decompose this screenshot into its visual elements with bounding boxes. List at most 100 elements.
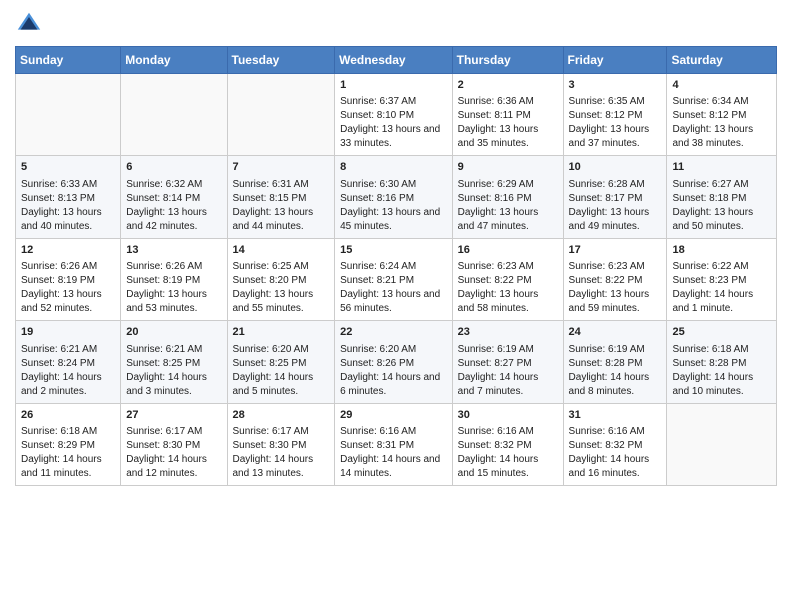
day-info: Sunrise: 6:16 AM Sunset: 8:32 PM Dayligh… — [569, 425, 662, 481]
column-header-sunday: Sunday — [16, 47, 121, 74]
calendar-cell: 19Sunrise: 6:21 AM Sunset: 8:24 PM Dayli… — [16, 321, 121, 403]
day-info: Sunrise: 6:37 AM Sunset: 8:10 PM Dayligh… — [340, 95, 447, 151]
calendar-cell: 1 Sunrise: 6:37 AM Sunset: 8:10 PM Daylig… — [335, 74, 453, 156]
day-number: 23 — [458, 325, 558, 340]
day-number: 5 — [21, 160, 115, 175]
day-info: Sunrise: 6:22 AM Sunset: 8:23 PM Dayligh… — [672, 260, 771, 316]
day-info: Sunrise: 6:18 AM Sunset: 8:29 PM Dayligh… — [21, 425, 115, 481]
logo-icon — [15, 10, 43, 38]
day-number: 24 — [569, 325, 662, 340]
day-info: Sunrise: 6:33 AM Sunset: 8:13 PM Dayligh… — [21, 178, 115, 234]
calendar-cell: 8 Sunrise: 6:30 AM Sunset: 8:16 PM Daylig… — [335, 156, 453, 238]
day-number: 10 — [569, 160, 662, 175]
calendar-cell: 2Sunrise: 6:36 AM Sunset: 8:11 PM Daylig… — [452, 74, 563, 156]
day-number: 1 — [340, 78, 447, 93]
day-info: Sunrise: 6:35 AM Sunset: 8:12 PM Dayligh… — [569, 95, 662, 151]
day-number: 4 — [672, 78, 771, 93]
day-number: 8 — [340, 160, 447, 175]
calendar-cell: 5 Sunrise: 6:33 AM Sunset: 8:13 PM Daylig… — [16, 156, 121, 238]
day-info: Sunrise: 6:23 AM Sunset: 8:22 PM Dayligh… — [569, 260, 662, 316]
calendar-cell: 28 Sunrise: 6:17 AM Sunset: 8:30 PM Dayli… — [227, 403, 335, 485]
column-header-wednesday: Wednesday — [335, 47, 453, 74]
day-number: 16 — [458, 243, 558, 258]
day-number: 25 — [672, 325, 771, 340]
column-header-monday: Monday — [121, 47, 227, 74]
day-info: Sunrise: 6:20 AM Sunset: 8:26 PM Dayligh… — [340, 343, 447, 399]
calendar-body: 1 Sunrise: 6:37 AM Sunset: 8:10 PM Daylig… — [16, 74, 777, 486]
calendar-cell — [667, 403, 777, 485]
week-row-1: 1 Sunrise: 6:37 AM Sunset: 8:10 PM Daylig… — [16, 74, 777, 156]
day-number: 14 — [233, 243, 330, 258]
day-info: Sunrise: 6:19 AM Sunset: 8:27 PM Dayligh… — [458, 343, 558, 399]
day-number: 19 — [21, 325, 115, 340]
calendar-cell: 6 Sunrise: 6:32 AM Sunset: 8:14 PM Daylig… — [121, 156, 227, 238]
calendar-cell — [227, 74, 335, 156]
day-info: Sunrise: 6:32 AM Sunset: 8:14 PM Dayligh… — [126, 178, 221, 234]
day-info: Sunrise: 6:29 AM Sunset: 8:16 PM Dayligh… — [458, 178, 558, 234]
day-number: 6 — [126, 160, 221, 175]
day-number: 26 — [21, 408, 115, 423]
day-info: Sunrise: 6:26 AM Sunset: 8:19 PM Dayligh… — [21, 260, 115, 316]
day-info: Sunrise: 6:28 AM Sunset: 8:17 PM Dayligh… — [569, 178, 662, 234]
day-number: 11 — [672, 160, 771, 175]
column-header-friday: Friday — [563, 47, 667, 74]
calendar-cell: 20Sunrise: 6:21 AM Sunset: 8:25 PM Dayli… — [121, 321, 227, 403]
day-info: Sunrise: 6:18 AM Sunset: 8:28 PM Dayligh… — [672, 343, 771, 399]
calendar-cell: 24 Sunrise: 6:19 AM Sunset: 8:28 PM Dayli… — [563, 321, 667, 403]
calendar-cell: 7Sunrise: 6:31 AM Sunset: 8:15 PM Daylig… — [227, 156, 335, 238]
calendar-cell: 3Sunrise: 6:35 AM Sunset: 8:12 PM Daylig… — [563, 74, 667, 156]
calendar-cell: 4 Sunrise: 6:34 AM Sunset: 8:12 PM Daylig… — [667, 74, 777, 156]
day-number: 28 — [233, 408, 330, 423]
calendar-cell: 21 Sunrise: 6:20 AM Sunset: 8:25 PM Dayli… — [227, 321, 335, 403]
page-header — [15, 10, 777, 38]
day-number: 13 — [126, 243, 221, 258]
day-number: 22 — [340, 325, 447, 340]
day-number: 30 — [458, 408, 558, 423]
calendar-cell: 27Sunrise: 6:17 AM Sunset: 8:30 PM Dayli… — [121, 403, 227, 485]
day-number: 21 — [233, 325, 330, 340]
day-info: Sunrise: 6:34 AM Sunset: 8:12 PM Dayligh… — [672, 95, 771, 151]
calendar-table: SundayMondayTuesdayWednesdayThursdayFrid… — [15, 46, 777, 486]
day-number: 31 — [569, 408, 662, 423]
calendar-cell — [121, 74, 227, 156]
day-info: Sunrise: 6:17 AM Sunset: 8:30 PM Dayligh… — [233, 425, 330, 481]
calendar-cell: 9 Sunrise: 6:29 AM Sunset: 8:16 PM Daylig… — [452, 156, 563, 238]
calendar-cell: 26 Sunrise: 6:18 AM Sunset: 8:29 PM Dayli… — [16, 403, 121, 485]
day-info: Sunrise: 6:16 AM Sunset: 8:32 PM Dayligh… — [458, 425, 558, 481]
day-number: 12 — [21, 243, 115, 258]
calendar-cell: 18 Sunrise: 6:22 AM Sunset: 8:23 PM Dayli… — [667, 238, 777, 320]
calendar-cell: 25 Sunrise: 6:18 AM Sunset: 8:28 PM Dayli… — [667, 321, 777, 403]
calendar-cell: 29Sunrise: 6:16 AM Sunset: 8:31 PM Dayli… — [335, 403, 453, 485]
calendar-cell: 22 Sunrise: 6:20 AM Sunset: 8:26 PM Dayli… — [335, 321, 453, 403]
day-number: 20 — [126, 325, 221, 340]
column-header-thursday: Thursday — [452, 47, 563, 74]
column-header-tuesday: Tuesday — [227, 47, 335, 74]
day-number: 17 — [569, 243, 662, 258]
calendar-cell: 14 Sunrise: 6:25 AM Sunset: 8:20 PM Dayli… — [227, 238, 335, 320]
calendar-cell: 31 Sunrise: 6:16 AM Sunset: 8:32 PM Dayli… — [563, 403, 667, 485]
day-number: 9 — [458, 160, 558, 175]
day-info: Sunrise: 6:36 AM Sunset: 8:11 PM Dayligh… — [458, 95, 558, 151]
day-info: Sunrise: 6:24 AM Sunset: 8:21 PM Dayligh… — [340, 260, 447, 316]
day-info: Sunrise: 6:17 AM Sunset: 8:30 PM Dayligh… — [126, 425, 221, 481]
calendar-cell: 10 Sunrise: 6:28 AM Sunset: 8:17 PM Dayli… — [563, 156, 667, 238]
day-info: Sunrise: 6:27 AM Sunset: 8:18 PM Dayligh… — [672, 178, 771, 234]
day-info: Sunrise: 6:25 AM Sunset: 8:20 PM Dayligh… — [233, 260, 330, 316]
day-number: 7 — [233, 160, 330, 175]
calendar-cell: 23 Sunrise: 6:19 AM Sunset: 8:27 PM Dayli… — [452, 321, 563, 403]
day-info: Sunrise: 6:26 AM Sunset: 8:19 PM Dayligh… — [126, 260, 221, 316]
column-header-saturday: Saturday — [667, 47, 777, 74]
day-number: 18 — [672, 243, 771, 258]
calendar-cell: 11 Sunrise: 6:27 AM Sunset: 8:18 PM Dayli… — [667, 156, 777, 238]
calendar-cell: 15Sunrise: 6:24 AM Sunset: 8:21 PM Dayli… — [335, 238, 453, 320]
calendar-cell: 16 Sunrise: 6:23 AM Sunset: 8:22 PM Dayli… — [452, 238, 563, 320]
calendar-cell: 30 Sunrise: 6:16 AM Sunset: 8:32 PM Dayli… — [452, 403, 563, 485]
day-info: Sunrise: 6:16 AM Sunset: 8:31 PM Dayligh… — [340, 425, 447, 481]
calendar-cell: 17 Sunrise: 6:23 AM Sunset: 8:22 PM Dayli… — [563, 238, 667, 320]
calendar-cell: 12 Sunrise: 6:26 AM Sunset: 8:19 PM Dayli… — [16, 238, 121, 320]
day-info: Sunrise: 6:30 AM Sunset: 8:16 PM Dayligh… — [340, 178, 447, 234]
day-info: Sunrise: 6:19 AM Sunset: 8:28 PM Dayligh… — [569, 343, 662, 399]
week-row-5: 26 Sunrise: 6:18 AM Sunset: 8:29 PM Dayli… — [16, 403, 777, 485]
day-info: Sunrise: 6:23 AM Sunset: 8:22 PM Dayligh… — [458, 260, 558, 316]
day-info: Sunrise: 6:20 AM Sunset: 8:25 PM Dayligh… — [233, 343, 330, 399]
